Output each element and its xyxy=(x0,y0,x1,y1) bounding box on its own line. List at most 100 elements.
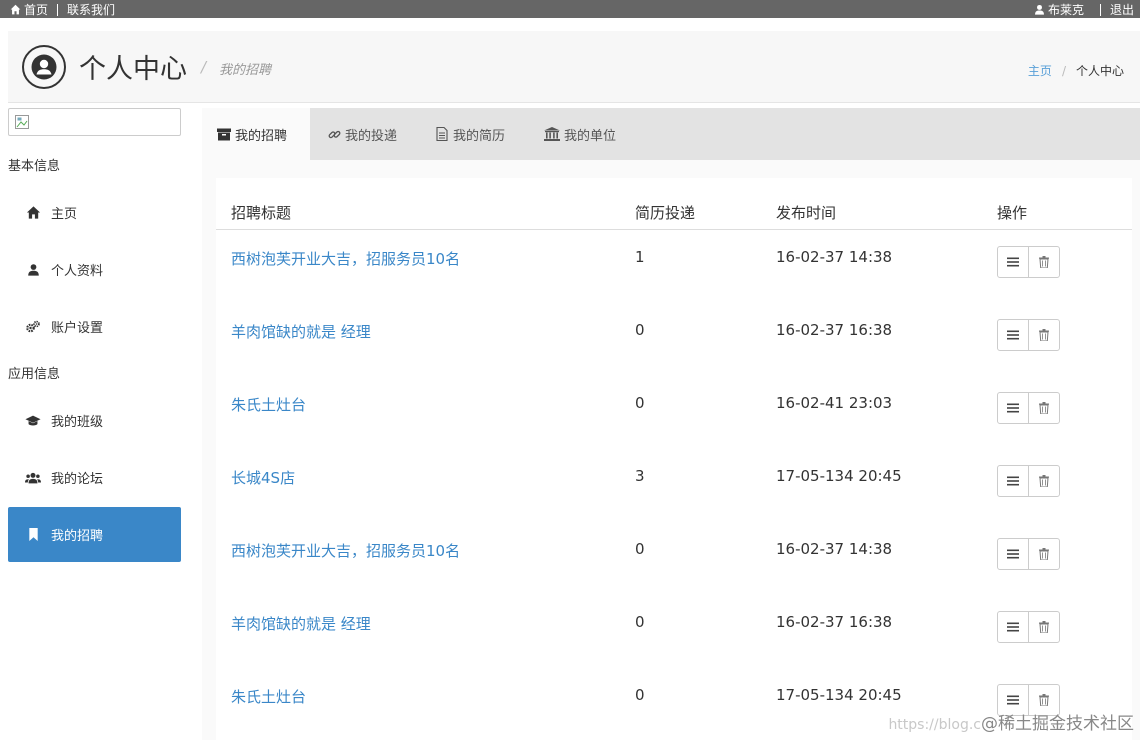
tab-bar: 我的招聘 我的投递 我的简历 我的单位 xyxy=(202,108,1140,160)
table-row: 长城4S店 3 17-05-134 20:45 xyxy=(216,449,1132,522)
delete-button[interactable] xyxy=(1028,319,1060,351)
tab-my-company[interactable]: 我的单位 xyxy=(528,108,648,160)
home-link[interactable]: 首页 xyxy=(10,1,48,18)
sidebar-item-label: 我的招聘 xyxy=(51,529,104,544)
home-link-label: 首页 xyxy=(24,3,49,17)
page-subtitle: 我的招聘 xyxy=(219,63,272,78)
job-title-link[interactable]: 羊肉馆缺的就是 经理 xyxy=(231,321,371,342)
page-header: 个人中心 / 我的招聘 主页 / 个人中心 xyxy=(8,31,1140,103)
application-count: 0 xyxy=(635,686,645,704)
user-circle-icon xyxy=(31,54,57,80)
row-action-group xyxy=(997,465,1060,497)
list-icon xyxy=(1007,257,1019,267)
breadcrumb-home[interactable]: 主页 xyxy=(1028,62,1052,79)
archive-icon xyxy=(217,127,231,141)
trash-icon xyxy=(1039,256,1049,268)
gears-icon xyxy=(25,319,41,335)
details-button[interactable] xyxy=(997,538,1029,570)
application-count: 0 xyxy=(635,540,645,558)
breadcrumb-separator: / xyxy=(1061,63,1066,78)
application-count: 1 xyxy=(635,248,645,266)
watermark-brand: @稀土掘金技术社区 xyxy=(981,714,1134,734)
table-row: 羊肉馆缺的就是 经理 0 16-02-37 16:38 xyxy=(216,595,1132,668)
link-icon xyxy=(327,127,341,141)
column-header-actions: 操作 xyxy=(997,204,1028,222)
user-name: 布莱克 xyxy=(1047,3,1084,17)
application-count: 0 xyxy=(635,321,645,339)
column-header-publish-time: 发布时间 xyxy=(776,204,837,222)
logout-link[interactable]: 退出 xyxy=(1110,1,1134,18)
delete-button[interactable] xyxy=(1028,246,1060,278)
sidebar-item-label: 我的论坛 xyxy=(51,472,104,487)
sidebar-item-home[interactable]: 主页 xyxy=(8,185,181,240)
broken-image-icon xyxy=(15,115,29,129)
tab-my-applications[interactable]: 我的投递 xyxy=(312,108,420,160)
user-icon xyxy=(25,262,41,278)
details-button[interactable] xyxy=(997,611,1029,643)
list-icon xyxy=(1007,549,1019,559)
row-action-group xyxy=(997,246,1060,278)
trash-icon xyxy=(1039,402,1049,414)
details-button[interactable] xyxy=(997,246,1029,278)
column-header-applications: 简历投递 xyxy=(635,204,696,222)
page-title: 个人中心 xyxy=(79,54,187,85)
tab-label: 我的简历 xyxy=(453,128,506,144)
delete-button[interactable] xyxy=(1028,465,1060,497)
trash-icon xyxy=(1039,694,1049,706)
list-icon xyxy=(1007,330,1019,340)
table-row: 西树泡芙开业大吉，招服务员10名 1 16-02-37 14:38 xyxy=(216,230,1132,303)
job-title-link[interactable]: 朱氏土灶台 xyxy=(231,686,306,707)
institution-icon xyxy=(543,127,560,141)
application-count: 0 xyxy=(635,613,645,631)
details-button[interactable] xyxy=(997,392,1029,424)
row-action-group xyxy=(997,611,1060,643)
trash-icon xyxy=(1039,548,1049,560)
divider xyxy=(1099,3,1101,16)
publish-time: 16-02-37 14:38 xyxy=(776,540,893,558)
contact-link[interactable]: 联系我们 xyxy=(67,1,115,18)
list-icon xyxy=(1007,695,1019,705)
sidebar-item-account-settings[interactable]: 账户设置 xyxy=(8,299,181,354)
trash-icon xyxy=(1039,621,1049,633)
delete-button[interactable] xyxy=(1028,392,1060,424)
top-nav-bar: 首页 联系我们 布莱克 退出 xyxy=(0,0,1140,18)
sidebar-item-label: 个人资料 xyxy=(51,264,104,279)
sidebar-item-my-forum[interactable]: 我的论坛 xyxy=(8,450,181,505)
users-icon xyxy=(25,470,41,486)
publish-time: 17-05-134 20:45 xyxy=(776,686,902,704)
sidebar-item-profile[interactable]: 个人资料 xyxy=(8,242,181,297)
trash-icon xyxy=(1039,329,1049,341)
row-action-group xyxy=(997,538,1060,570)
delete-button[interactable] xyxy=(1028,538,1060,570)
job-title-link[interactable]: 西树泡芙开业大吉，招服务员10名 xyxy=(231,540,460,561)
job-title-link[interactable]: 西树泡芙开业大吉，招服务员10名 xyxy=(231,248,460,269)
user-menu[interactable]: 布莱克 xyxy=(1034,1,1084,18)
section-label-basic: 基本信息 xyxy=(8,159,61,174)
job-title-link[interactable]: 朱氏土灶台 xyxy=(231,394,306,415)
tab-my-recruitment[interactable]: 我的招聘 xyxy=(202,108,310,160)
tab-my-resume[interactable]: 我的简历 xyxy=(420,108,528,160)
watermark-url: https://blog.c xyxy=(888,717,981,733)
list-icon xyxy=(1007,622,1019,632)
file-text-icon xyxy=(435,127,449,141)
title-separator: / xyxy=(201,58,207,76)
avatar xyxy=(22,45,66,89)
job-title-link[interactable]: 长城4S店 xyxy=(231,467,295,488)
sidebar-item-my-class[interactable]: 我的班级 xyxy=(8,393,181,448)
row-action-group xyxy=(997,319,1060,351)
column-header-title: 招聘标题 xyxy=(231,204,292,222)
publish-time: 16-02-37 16:38 xyxy=(776,613,893,631)
application-count: 0 xyxy=(635,394,645,412)
section-label-app: 应用信息 xyxy=(8,367,61,382)
watermark: https://blog.c@稀土掘金技术社区 xyxy=(888,709,1134,734)
breadcrumb: 主页 / 个人中心 xyxy=(1028,62,1124,79)
sidebar-item-my-recruitment[interactable]: 我的招聘 xyxy=(8,507,181,562)
details-button[interactable] xyxy=(997,319,1029,351)
sidebar-item-label: 主页 xyxy=(51,207,78,222)
details-button[interactable] xyxy=(997,465,1029,497)
table-row: 西树泡芙开业大吉，招服务员10名 0 16-02-37 14:38 xyxy=(216,522,1132,595)
publish-time: 16-02-37 14:38 xyxy=(776,248,893,266)
delete-button[interactable] xyxy=(1028,611,1060,643)
job-title-link[interactable]: 羊肉馆缺的就是 经理 xyxy=(231,613,371,634)
recruitment-table: 招聘标题 简历投递 发布时间 操作 西树泡芙开业大吉，招服务员10名 1 16-02… xyxy=(216,178,1132,740)
